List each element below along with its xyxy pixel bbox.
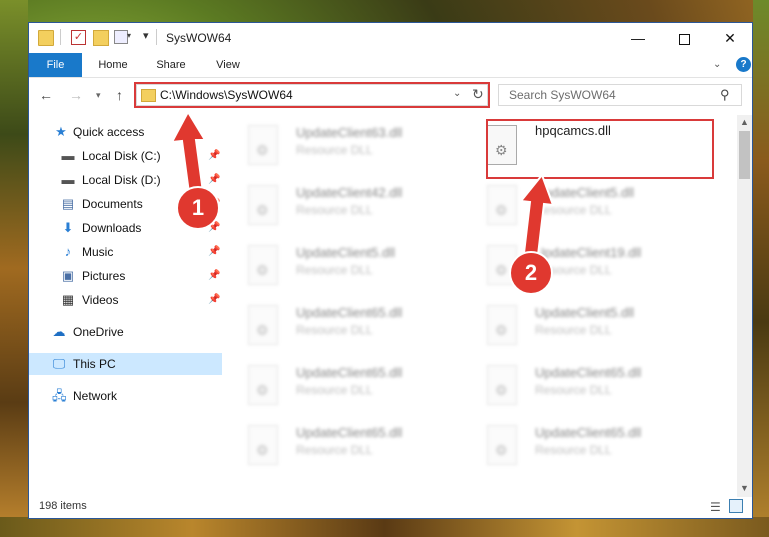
step-2-badge: 2 [509,251,553,295]
arrow-to-file [519,172,555,257]
annotation-arrows [170,109,555,257]
arrow-to-address-bar [170,109,207,195]
step-1-badge: 1 [176,186,220,230]
